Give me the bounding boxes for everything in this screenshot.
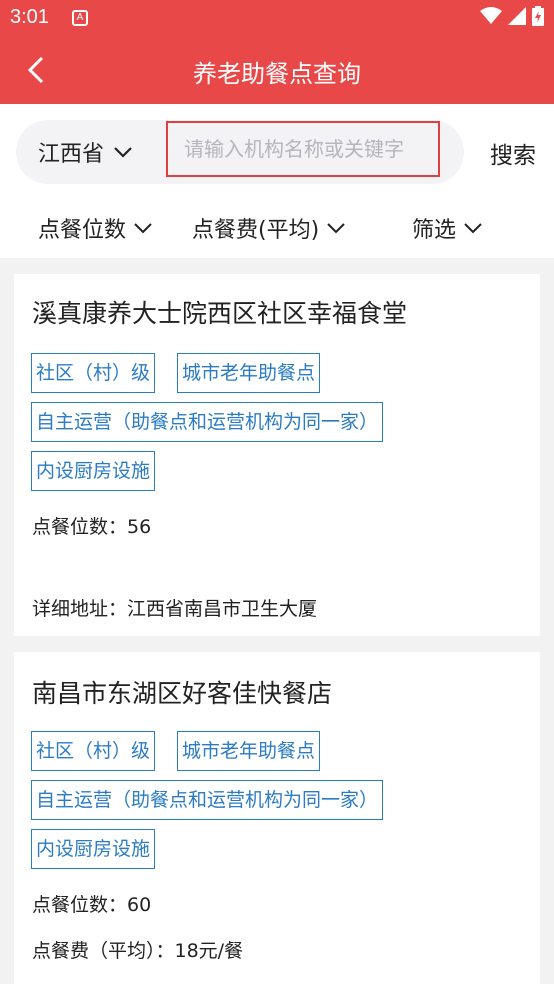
tag-operation: 自主运营（助餐点和运营机构为同一家）: [31, 780, 384, 820]
tag-type: 城市老年助餐点: [177, 731, 321, 771]
search-input[interactable]: [166, 121, 440, 177]
tag-level: 社区（村）级: [31, 353, 156, 393]
signal-icon: [508, 7, 526, 25]
tag-type: 城市老年助餐点: [177, 353, 321, 393]
wifi-icon: [480, 7, 502, 24]
search-button[interactable]: 搜索: [490, 136, 536, 170]
result-card[interactable]: 南昌市东湖区好客佳快餐店 社区（村）级 城市老年助餐点 自主运营（助餐点和运营机…: [14, 652, 540, 984]
chevron-down-icon: [134, 223, 152, 234]
battery-icon: [532, 6, 544, 26]
tag-kitchen: 内设厨房设施: [31, 829, 156, 869]
status-icons: [480, 6, 544, 26]
province-label: 江西省: [38, 142, 105, 167]
address: 详细地址：江西省南昌市卫生大厦: [32, 598, 318, 620]
tag-operation: 自主运营（助餐点和运营机构为同一家）: [31, 402, 384, 442]
average-fee: 点餐费（平均）：18元/餐: [32, 940, 244, 962]
tag-level: 社区（村）级: [31, 731, 156, 771]
filter-more[interactable]: 筛选: [412, 212, 482, 244]
canteen-name: 南昌市东湖区好客佳快餐店: [32, 679, 333, 708]
filter-more-label: 筛选: [412, 218, 457, 243]
chevron-down-icon: [114, 147, 132, 158]
filter-avg-fee-label: 点餐费(平均): [192, 218, 320, 243]
seat-count: 点餐位数：60: [32, 894, 152, 916]
filter-avg-fee[interactable]: 点餐费(平均): [192, 212, 345, 244]
filter-bar: 点餐位数 点餐费(平均) 筛选: [0, 196, 554, 258]
chevron-down-icon: [327, 223, 345, 234]
tag-kitchen: 内设厨房设施: [31, 451, 156, 491]
seat-count: 点餐位数：56: [32, 516, 152, 538]
notification-icon: A: [72, 10, 88, 26]
filter-seats-label: 点餐位数: [38, 218, 127, 243]
app-bar: 3:01 A 养老助餐点查询: [0, 0, 554, 104]
chevron-down-icon: [464, 223, 482, 234]
status-bar: 3:01 A: [0, 0, 554, 36]
page-title: 养老助餐点查询: [193, 60, 361, 88]
result-card[interactable]: 溪真康养大士院西区社区幸福食堂 社区（村）级 城市老年助餐点 自主运营（助餐点和…: [14, 274, 540, 636]
canteen-name: 溪真康养大士院西区社区幸福食堂: [32, 299, 408, 328]
filter-seats[interactable]: 点餐位数: [38, 212, 152, 244]
status-time: 3:01: [10, 6, 49, 28]
province-selector[interactable]: 江西省: [38, 136, 132, 168]
title-bar: 养老助餐点查询: [0, 36, 554, 104]
